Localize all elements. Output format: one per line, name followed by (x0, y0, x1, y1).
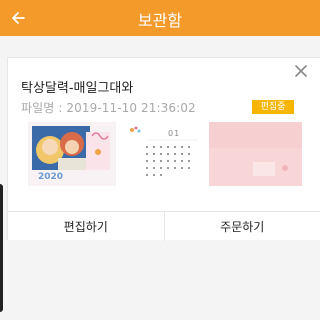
app-header: 보관함 (0, 0, 320, 36)
thumbnail-cover[interactable]: 2020 (28, 122, 116, 186)
edit-button[interactable]: 편집하기 (8, 212, 164, 241)
thumbnail-calendar-page[interactable]: 01 (118, 122, 208, 186)
thumbnail-back-cover[interactable] (209, 122, 302, 186)
project-title: 탁상달력-매일그대와 (21, 81, 134, 96)
calendar-page-image (118, 122, 208, 186)
order-button[interactable]: 주문하기 (163, 212, 320, 241)
status-badge: 편집중 (252, 100, 294, 114)
back-cover-image (209, 122, 302, 186)
page-title: 보관함 (137, 11, 183, 30)
cover-year: 2020 (38, 172, 64, 182)
storage-item-card: 탁상달력-매일그대와 파일명 : 2019-11-10 21:36:02 편집중… (7, 57, 320, 241)
delete-button[interactable] (291, 61, 311, 81)
edge-indicator (0, 184, 3, 312)
thumbnail-strip[interactable]: 2020 01 (28, 122, 302, 186)
file-info: 파일명 : 2019-11-10 21:36:02 (21, 101, 196, 115)
calendar-month: 01 (168, 129, 181, 138)
card-actions: 편집하기 주문하기 (8, 211, 320, 241)
close-icon (295, 65, 307, 77)
